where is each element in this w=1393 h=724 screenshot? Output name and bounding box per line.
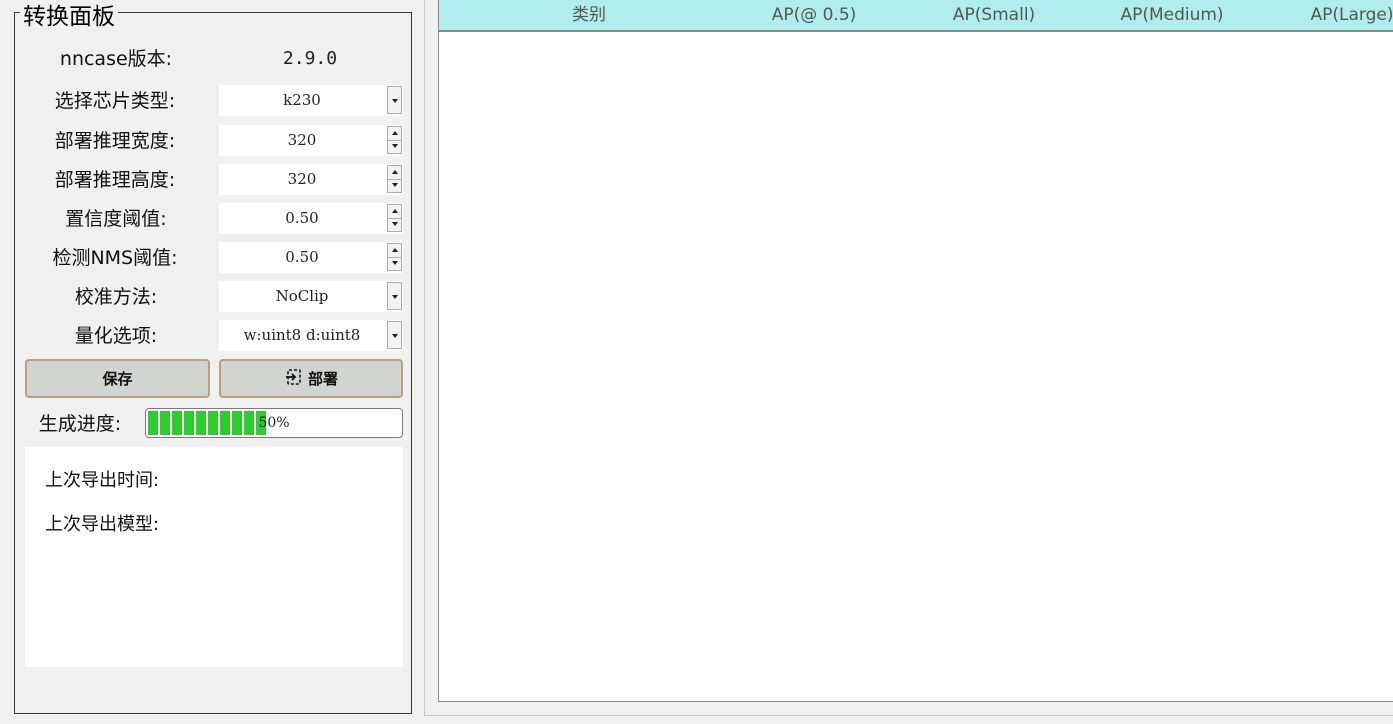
progress-label: 生成进度: (38, 413, 122, 435)
chip-type-select[interactable]: k230 (219, 85, 403, 116)
spin-arrows[interactable] (387, 165, 402, 193)
column-header-ap-large[interactable]: AP(Large) (1297, 0, 1393, 30)
spin-up-icon[interactable] (388, 244, 401, 258)
spin-down-icon[interactable] (388, 257, 401, 270)
deploy-button-label: 部署 (307, 370, 338, 388)
nms-spinbox[interactable]: 0.50 (219, 242, 403, 273)
confidence-value: 0.50 (285, 209, 319, 227)
generation-progress-bar: 50% (145, 408, 403, 438)
infer-width-spinbox[interactable]: 320 (219, 125, 403, 156)
column-header-ap50[interactable]: AP(@ 0.5) (739, 0, 889, 30)
chevron-down-icon[interactable] (387, 86, 402, 114)
confidence-spinbox[interactable]: 0.50 (219, 203, 403, 234)
chip-icon (284, 367, 304, 391)
spin-arrows[interactable] (387, 243, 402, 271)
quantization-label: 量化选项: (74, 325, 158, 347)
last-export-model-label: 上次导出模型: (45, 514, 160, 535)
deploy-button[interactable]: 部署 (219, 359, 403, 398)
spin-up-icon[interactable] (388, 127, 401, 141)
spin-down-icon[interactable] (388, 179, 401, 192)
last-export-time-label: 上次导出时间: (45, 470, 160, 491)
chip-type-value: k230 (283, 91, 321, 109)
version-label: nncase版本: (59, 48, 173, 70)
save-button[interactable]: 保存 (25, 359, 210, 398)
spin-down-icon[interactable] (388, 140, 401, 153)
spin-arrows[interactable] (387, 204, 402, 232)
chip-type-label: 选择芯片类型: (54, 90, 176, 112)
results-table: 类别 AP(@ 0.5) AP(Small) AP(Medium) AP(Lar… (438, 0, 1393, 702)
nms-label: 检测NMS阈值: (52, 247, 178, 269)
column-header-ap-small[interactable]: AP(Small) (919, 0, 1069, 30)
quantization-select[interactable]: w:uint8 d:uint8 (219, 320, 403, 351)
column-header-ap-medium[interactable]: AP(Medium) (1097, 0, 1247, 30)
infer-height-value: 320 (287, 170, 317, 188)
divider (424, 715, 1393, 716)
spin-up-icon[interactable] (388, 166, 401, 180)
table-header: 类别 AP(@ 0.5) AP(Small) AP(Medium) AP(Lar… (439, 0, 1393, 32)
export-info-box: 上次导出时间: 上次导出模型: (25, 447, 403, 667)
chevron-down-icon[interactable] (387, 282, 402, 310)
calibration-value: NoClip (275, 287, 329, 305)
infer-width-value: 320 (287, 131, 317, 149)
nms-value: 0.50 (285, 248, 319, 266)
progress-percent: 50% (258, 415, 290, 431)
column-header-category[interactable]: 类别 (534, 0, 644, 30)
spin-down-icon[interactable] (388, 218, 401, 231)
spin-up-icon[interactable] (388, 205, 401, 219)
version-value: 2.9.0 (282, 48, 338, 69)
infer-height-label: 部署推理高度: (54, 169, 176, 191)
save-button-label: 保存 (102, 370, 133, 388)
divider (424, 0, 425, 716)
infer-height-spinbox[interactable]: 320 (219, 164, 403, 195)
panel-title: 转换面板 (20, 3, 118, 31)
confidence-label: 置信度阈值: (65, 208, 167, 230)
infer-width-label: 部署推理宽度: (54, 130, 176, 152)
quantization-value: w:uint8 d:uint8 (243, 326, 361, 344)
calibration-select[interactable]: NoClip (219, 281, 403, 312)
chevron-down-icon[interactable] (387, 321, 402, 349)
spin-arrows[interactable] (387, 126, 402, 154)
calibration-label: 校准方法: (74, 286, 158, 308)
